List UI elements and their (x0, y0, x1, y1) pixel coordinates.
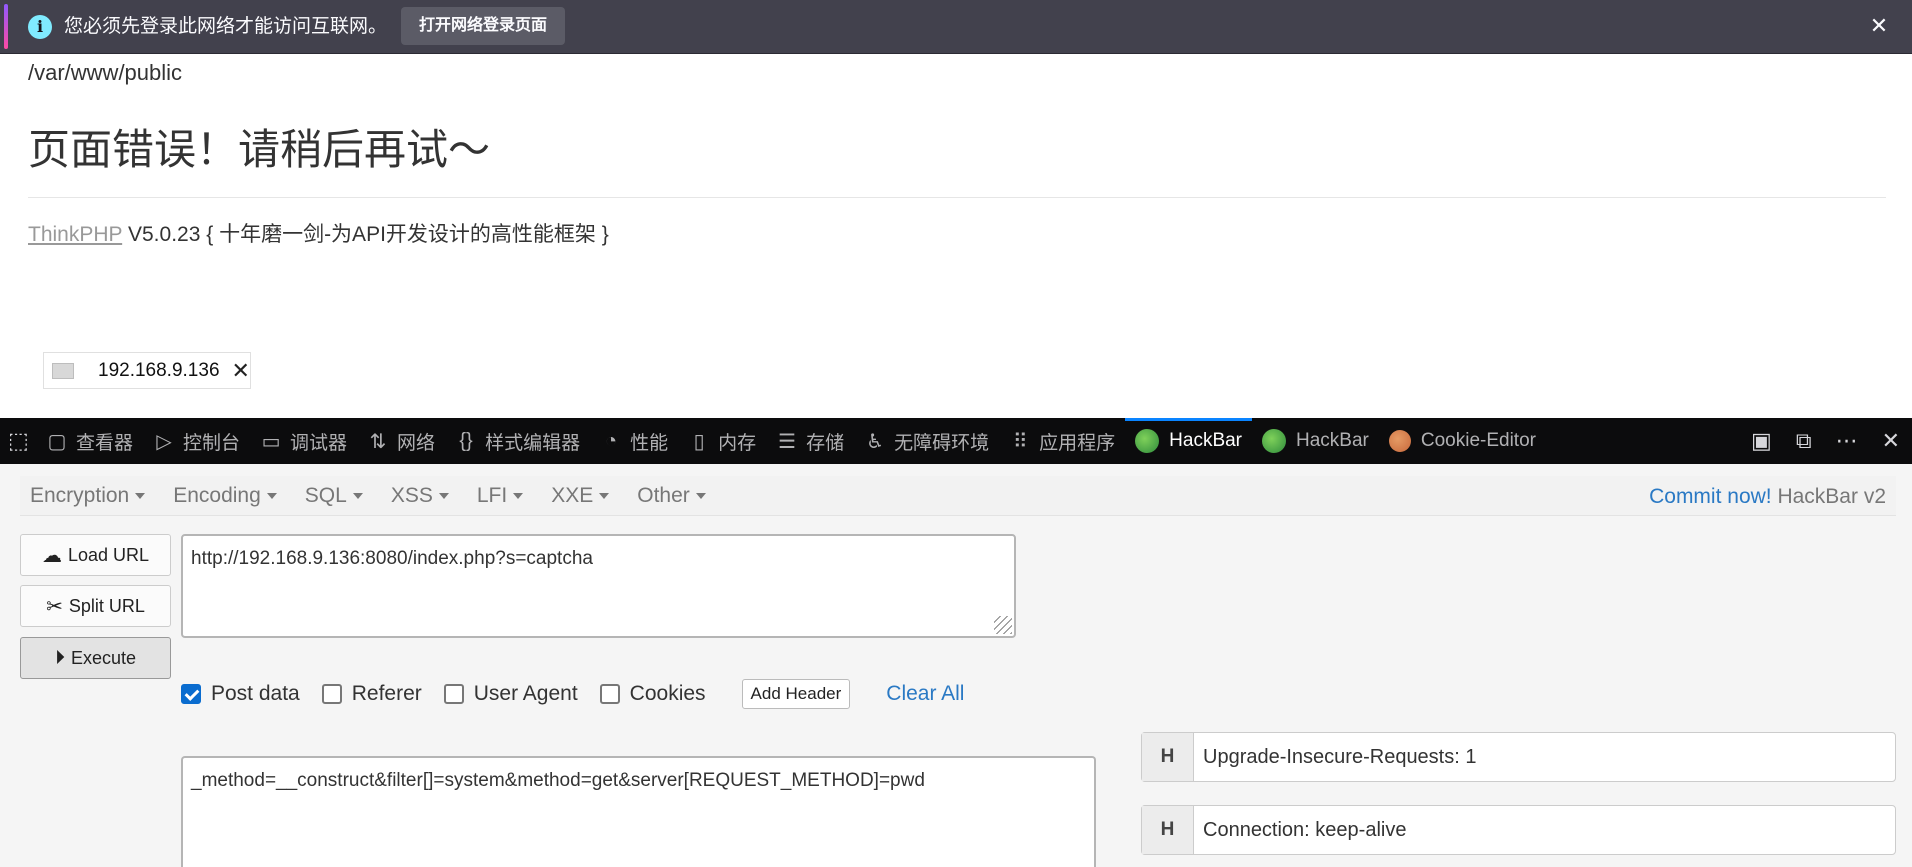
execute-button[interactable]: ⏵ Execute (20, 637, 171, 679)
add-header-button[interactable]: Add Header (741, 679, 851, 709)
storage-icon: ☰ (778, 430, 797, 453)
resize-handle-icon[interactable] (994, 616, 1012, 634)
scissors-icon: ✂ (46, 595, 63, 618)
memory-icon: ▯ (693, 430, 705, 453)
close-devtools-icon[interactable]: ✕ (1882, 428, 1900, 454)
caret-down-icon (352, 492, 363, 499)
thinkphp-link[interactable]: ThinkPHP (28, 223, 122, 246)
play-icon: ⏵ (54, 646, 65, 669)
tab-performance[interactable]: ◔ 性能 (590, 418, 678, 464)
cookies-checkbox[interactable]: Cookies (599, 682, 706, 706)
info-icon: i (28, 15, 52, 39)
tab-storage[interactable]: ☰ 存储 (766, 418, 854, 464)
tab-hackbar-2[interactable]: HackBar (1252, 418, 1379, 464)
tab-memory[interactable]: ▯ 内存 (678, 418, 766, 464)
more-options-icon[interactable]: ⋯ (1836, 428, 1858, 454)
framework-slogan: { 十年磨一剑-为API开发设计的高性能框架 } (206, 223, 609, 246)
header-row: H Connection: keep-alive (1141, 805, 1896, 855)
caret-down-icon (438, 492, 449, 499)
framework-version: V5.0.23 (122, 223, 207, 246)
clear-all-link[interactable]: Clear All (886, 682, 964, 706)
close-icon[interactable]: ✕ (232, 358, 250, 384)
tab-network[interactable]: ⇅ 网络 (357, 418, 445, 464)
accessibility-icon: ♿ (866, 430, 885, 453)
header-value[interactable]: Upgrade-Insecure-Requests: 1 (1203, 746, 1476, 769)
menu-encoding[interactable]: Encoding (173, 484, 277, 508)
host-tooltip: 192.168.9.136 ✕ (43, 352, 251, 389)
tab-console[interactable]: ▷ 控制台 (143, 418, 250, 464)
devtools-toolbar: ⬚ ▢ 查看器 ▷ 控制台 ▭ 调试器 ⇅ 网络 {} 样式编辑器 ◔ 性能 ▯ 内存 ☰ 存储… (0, 418, 1912, 464)
devtools-controls: ▣ ⧉ ⋯ ✕ (1739, 418, 1912, 464)
menu-encryption[interactable]: Encryption (30, 484, 146, 508)
open-login-page-button[interactable]: 打开网络登录页面 (401, 7, 566, 45)
error-title: 页面错误！请稍后再试～ (28, 126, 491, 173)
request-options: Post data Referer User Agent Cookies Add… (181, 679, 964, 709)
tab-hackbar[interactable]: HackBar (1125, 418, 1252, 464)
checkbox-icon (599, 684, 620, 704)
load-url-button[interactable]: ☁ Load URL (20, 534, 171, 576)
menu-other[interactable]: Other (637, 484, 706, 508)
hackbar-menu: Encryption Encoding SQL XSS LFI XXE Othe… (20, 476, 1896, 516)
commit-now-link[interactable]: Commit now! (1649, 485, 1772, 508)
performance-icon: ◔ (605, 429, 618, 452)
debugger-icon: ▭ (261, 430, 281, 453)
header-value[interactable]: Connection: keep-alive (1203, 819, 1406, 842)
hackbar-icon (1262, 429, 1287, 453)
caret-down-icon (513, 492, 524, 499)
hackbar-icon (1135, 429, 1160, 453)
console-icon: ▷ (156, 430, 172, 453)
menu-xxe[interactable]: XXE (551, 484, 610, 508)
checkbox-icon (443, 684, 464, 704)
header-tag[interactable]: H (1142, 733, 1194, 781)
header-tag[interactable]: H (1142, 806, 1194, 854)
hackbar-version: Commit now! HackBar v2 (1649, 485, 1886, 508)
network-icon: ⇅ (369, 430, 387, 453)
tab-style-editor[interactable]: {} 样式编辑器 (445, 418, 590, 464)
tab-inspector[interactable]: ▢ 查看器 (36, 418, 143, 464)
application-icon: ⠿ (1012, 430, 1028, 453)
cookie-icon (1388, 430, 1411, 452)
caret-down-icon (266, 492, 277, 499)
tab-accessibility[interactable]: ♿ 无障碍环境 (854, 418, 999, 464)
captive-portal-notification: i 您必须先登录此网络才能访问互联网。 打开网络登录页面 ✕ (0, 0, 1912, 54)
network-host-icon (52, 362, 74, 379)
style-editor-icon: {} (459, 429, 473, 452)
notification-message: 您必须先登录此网络才能访问互联网。 (64, 16, 388, 37)
split-url-button[interactable]: ✂ Split URL (20, 585, 171, 627)
checkbox-checked-icon (181, 684, 201, 704)
caret-down-icon (135, 492, 146, 499)
inspector-icon: ▢ (47, 430, 67, 453)
dock-layout-icon[interactable]: ▣ (1751, 428, 1772, 454)
close-icon[interactable]: ✕ (1866, 13, 1892, 39)
caret-down-icon (599, 492, 610, 499)
user-agent-checkbox[interactable]: User Agent (443, 682, 578, 706)
framework-copyright: ThinkPHP V5.0.23 { 十年磨一剑-为API开发设计的高性能框架 … (28, 218, 609, 248)
responsive-design-icon[interactable]: ⧉ (1796, 428, 1812, 454)
menu-xss[interactable]: XSS (391, 484, 449, 508)
caret-down-icon (695, 492, 706, 499)
header-row: H Upgrade-Insecure-Requests: 1 (1141, 732, 1896, 782)
post-data-checkbox[interactable]: Post data (181, 682, 300, 706)
server-path: /var/www/public (28, 60, 183, 85)
referer-checkbox[interactable]: Referer (321, 682, 422, 706)
element-picker-icon[interactable]: ⬚ (8, 428, 36, 454)
tab-cookie-editor[interactable]: Cookie-Editor (1379, 418, 1546, 464)
post-data-input[interactable]: _method=__construct&filter[]=system&meth… (181, 756, 1096, 867)
divider (28, 197, 1886, 198)
tab-application[interactable]: ⠿ 应用程序 (999, 418, 1125, 464)
checkbox-icon (321, 684, 342, 704)
tab-debugger[interactable]: ▭ 调试器 (250, 418, 357, 464)
menu-lfi[interactable]: LFI (477, 484, 524, 508)
host-address: 192.168.9.136 (98, 359, 220, 381)
menu-sql[interactable]: SQL (305, 484, 363, 508)
cloud-download-icon: ☁ (41, 544, 62, 567)
url-input[interactable]: http://192.168.9.136:8080/index.php?s=ca… (181, 534, 1016, 638)
